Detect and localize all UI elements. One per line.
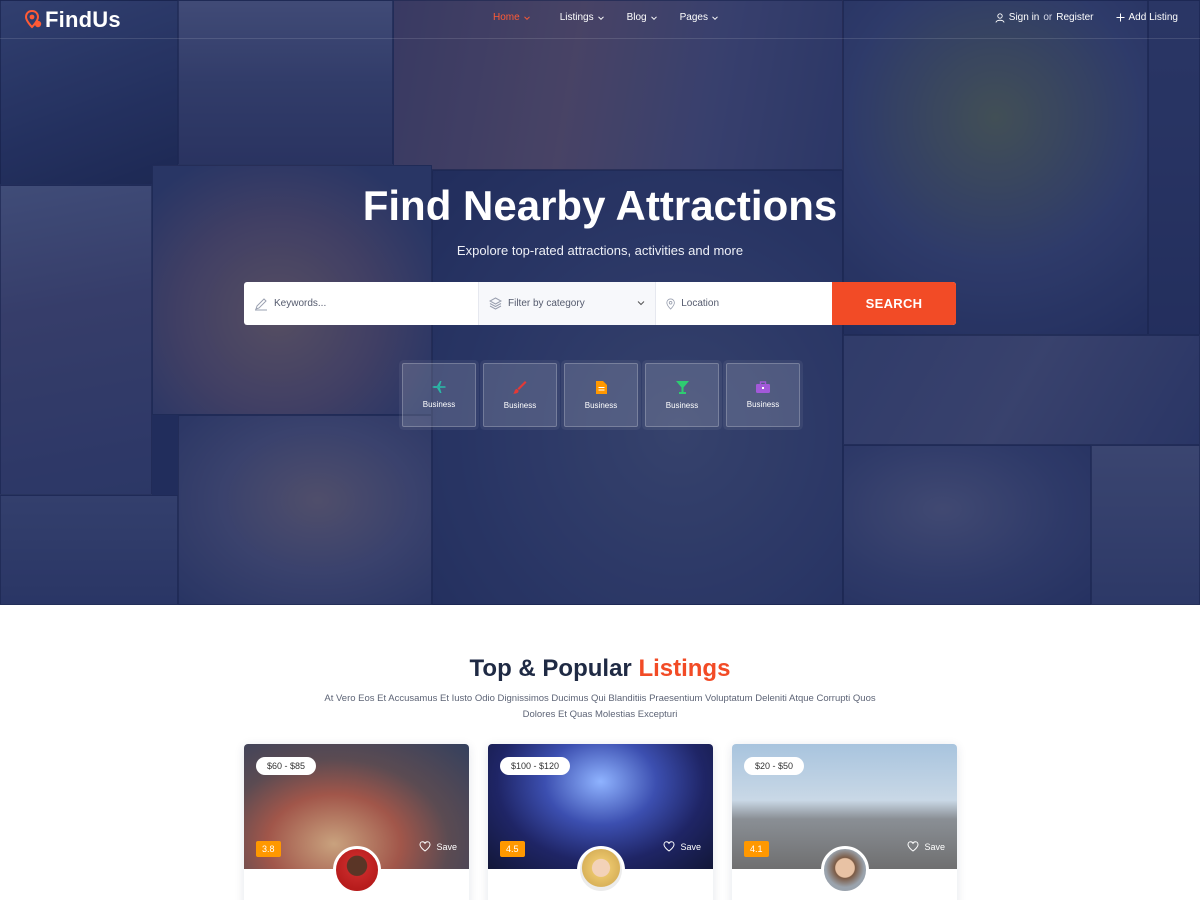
- plane-icon: [432, 381, 446, 393]
- category-label: Business: [584, 400, 618, 410]
- avatar[interactable]: [577, 846, 625, 894]
- save-button[interactable]: Save: [663, 841, 701, 852]
- brush-icon: [513, 380, 527, 394]
- category-select[interactable]: Filter by category: [479, 282, 656, 325]
- search-bar: Filter by category SEARCH: [244, 282, 956, 325]
- location-field: [656, 282, 832, 325]
- logo-text: FindUs: [45, 7, 121, 32]
- category-label: Business: [422, 400, 456, 409]
- section-description: At Vero Eos Et Accusamus Et Iusto Odio D…: [324, 693, 876, 720]
- category-tiles: Business Business Business Business Busi…: [402, 363, 800, 427]
- user-icon: [995, 12, 1005, 23]
- price-badge: $20 - $50: [744, 757, 805, 775]
- save-button[interactable]: Save: [419, 841, 457, 852]
- document-icon: [595, 380, 607, 394]
- price-badge: $100 - $120: [500, 757, 571, 775]
- avatar[interactable]: [821, 846, 869, 894]
- category-tile[interactable]: Business: [402, 363, 476, 427]
- save-button[interactable]: Save: [907, 841, 945, 852]
- chevron-down-icon: [650, 15, 657, 20]
- add-listing-button[interactable]: Add Listing: [1116, 12, 1178, 23]
- pencil-icon: [255, 297, 267, 310]
- signin-link[interactable]: Sign in: [1009, 12, 1040, 23]
- cocktail-icon: [675, 380, 689, 394]
- heart-icon: [663, 841, 675, 852]
- category-tile[interactable]: Business: [726, 363, 800, 427]
- rating-badge: 4.1: [744, 841, 769, 857]
- keywords-input[interactable]: [274, 298, 454, 309]
- or-text: or: [1043, 12, 1053, 23]
- logo[interactable]: FindUs: [24, 7, 121, 33]
- category-tile[interactable]: Business: [564, 363, 638, 427]
- plus-icon: [1116, 13, 1125, 22]
- hero-subtitle: Expolore top-rated attractions, activiti…: [456, 243, 744, 258]
- location-pin-icon: [666, 298, 675, 310]
- heart-icon: [419, 841, 431, 852]
- category-select-value: Filter by category: [508, 298, 585, 309]
- chevron-down-icon: [637, 301, 645, 306]
- price-badge: $60 - $85: [256, 757, 317, 775]
- avatar[interactable]: [333, 846, 381, 894]
- save-label: Save: [680, 841, 701, 852]
- top-navbar: FindUs Home Listings Blog Pages Sign in …: [0, 0, 1200, 39]
- register-link[interactable]: Register: [1056, 12, 1093, 23]
- nav-home-label: Home: [493, 12, 520, 23]
- nav-pages-label: Pages: [679, 12, 708, 23]
- section-title-main: Top & Popular: [469, 655, 632, 682]
- nav-blog[interactable]: Blog: [627, 12, 657, 23]
- keywords-field: [244, 282, 479, 325]
- category-tile[interactable]: Business: [645, 363, 719, 427]
- category-label: Business: [665, 400, 699, 410]
- briefcase-icon: [756, 381, 770, 393]
- add-listing-label: Add Listing: [1128, 12, 1178, 23]
- listing-cards: $60 - $85 3.8 Save $100 - $120 4.5 Save …: [244, 744, 957, 900]
- save-label: Save: [436, 841, 457, 852]
- listing-card[interactable]: $100 - $120 4.5 Save: [488, 744, 713, 900]
- main-menu: Home Listings Blog Pages: [493, 12, 718, 23]
- category-label: Business: [746, 400, 780, 409]
- section-title: Top & Popular Listings: [0, 655, 1200, 683]
- save-label: Save: [924, 841, 945, 852]
- layers-icon: [489, 297, 502, 310]
- nav-listings-label: Listings: [559, 12, 594, 23]
- rating-badge: 3.8: [256, 841, 281, 857]
- chevron-down-icon: [597, 15, 604, 20]
- nav-home[interactable]: Home: [493, 12, 530, 23]
- rating-badge: 4.5: [500, 841, 525, 857]
- category-label: Business: [503, 400, 537, 410]
- location-input[interactable]: [681, 298, 832, 309]
- heart-icon: [907, 841, 919, 852]
- map-pin-icon: [24, 9, 43, 30]
- chevron-down-icon: [523, 15, 530, 20]
- listing-card[interactable]: $20 - $50 4.1 Save: [732, 744, 957, 900]
- hero-title: Find Nearby Attractions: [362, 182, 838, 229]
- nav-listings[interactable]: Listings: [560, 12, 604, 23]
- search-button[interactable]: SEARCH: [832, 282, 956, 325]
- chevron-down-icon: [712, 15, 718, 20]
- nav-blog-label: Blog: [626, 12, 647, 23]
- nav-right: Sign in or Register Add Listing: [995, 12, 1178, 23]
- section-title-accent: Listings: [638, 655, 731, 682]
- nav-pages[interactable]: Pages: [680, 12, 718, 23]
- listing-card[interactable]: $60 - $85 3.8 Save: [244, 744, 469, 900]
- signin-register: Sign in or Register: [995, 12, 1094, 23]
- category-tile[interactable]: Business: [483, 363, 557, 427]
